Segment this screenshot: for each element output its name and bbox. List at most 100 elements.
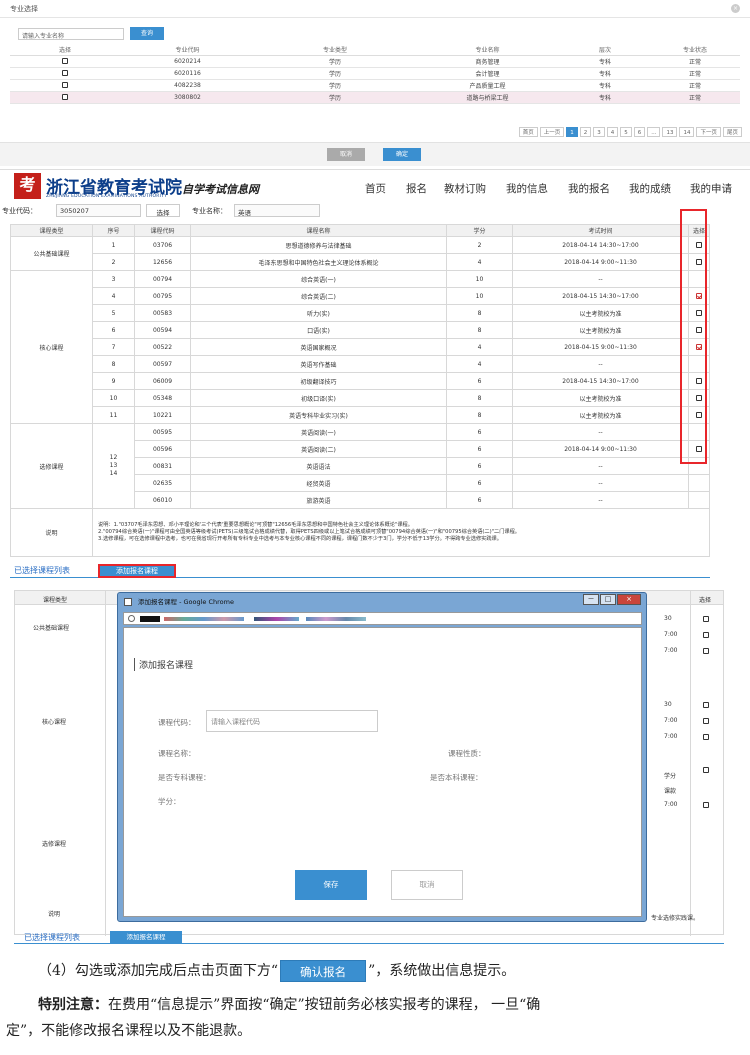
address-bar[interactable] [123,612,642,625]
group-core: 核心课程 [10,270,93,424]
cell-seq: 3 [92,270,135,288]
major-table: 选择 专业代码 专业类型 专业名称 层次 专业状态 6020214 学历 商务管理专… [10,44,740,104]
table-row: 8 00597 英语写作基础 4 -- [11,355,710,373]
cell-course-name: 思想道德修养与法律基础 [190,236,447,254]
nav-my-info[interactable]: 我的信息 [506,181,548,196]
table-row: 核心课程 3 00794 综合英语(一) 10 -- [10,270,710,424]
bg-checkbox [703,648,709,654]
cell-status: 正常 [650,67,740,80]
nav-textbook[interactable]: 教材订购 [444,181,486,196]
note-label: 说明 [10,508,93,557]
ok-button[interactable]: 确定 [383,148,421,161]
nav-register[interactable]: 报名 [406,181,427,196]
pager-item[interactable]: 1 [566,127,578,137]
cell-seq: 4 [92,287,135,305]
major-select-button[interactable]: 选择 [146,204,180,217]
cell-seq: 6 [92,321,135,339]
major-code-field[interactable]: 3050207 [56,204,141,217]
panel-button-bar: 取消 确定 [0,142,750,166]
chrome-popup-window: 添加报名课程 - Google Chrome － □ × 添加报名课程 课程代码… [117,592,647,922]
pager-item[interactable]: 6 [633,127,646,137]
col-code: 专业代码 [120,44,255,56]
is-benke-label: 是否本科课程： [430,773,483,782]
nav-my-applications[interactable]: 我的申请 [690,181,732,196]
notice-line-2: 定”，不能修改报名课程以及不能退款。 [6,1023,252,1039]
cell-course-name: 毛泽东思想和中国特色社会主义理论体系概论 [190,253,447,271]
pager-item[interactable]: 上一页 [539,127,565,137]
info-icon [128,615,135,622]
cell-seq: 5 [92,304,135,322]
table-row[interactable]: 6020116 学历 会计管理 专科 正常 [10,67,740,80]
col-seq: 序号 [92,224,135,237]
pager-item[interactable]: 14 [679,127,695,137]
pager-item[interactable]: 13 [662,127,678,137]
group-elective: 选修课程 [10,423,93,509]
close-icon[interactable]: × [617,594,641,605]
add-course-button[interactable]: 添加报名课程 [98,564,176,578]
cell-seq: 1 [92,236,135,254]
cell-course-code: 12656 [134,253,191,271]
pager-item[interactable]: 4 [606,127,619,137]
major-search-input[interactable]: 请输入专业名称 [18,28,124,40]
col-status: 专业状态 [650,44,740,56]
note-row: 说明 说明：1."03707毛泽东思想、邓小平理论和'三个代表'重要思想概论"可顶… [10,508,710,557]
note-text: 说明：1."03707毛泽东思想、邓小平理论和'三个代表'重要思想概论"可顶替"… [92,508,710,557]
logo-mark: 考 [14,173,41,199]
row-checkbox[interactable] [62,70,68,76]
nav-my-registration[interactable]: 我的报名 [568,181,610,196]
close-icon[interactable]: × [731,4,740,13]
nav-my-scores[interactable]: 我的成绩 [629,181,671,196]
row-checkbox[interactable] [62,82,68,88]
bg-note-tail: 专业选修实践课。 [651,915,700,922]
pager-item[interactable]: 5 [620,127,632,137]
cell-course-code: 00831 [134,457,191,475]
row-checkbox[interactable] [62,58,68,64]
table-row: 2 12656 毛泽东思想和中国特色社会主义理论体系概论 4 2018-04-14 9:… [11,253,710,271]
logo-subtitle-en: ZHEJIANG EDUCATION EXAMINATIONS AUTHORIT… [46,194,167,199]
add-course-button[interactable]: 添加报名课程 [110,931,182,943]
cell-credit: 8 [446,389,513,407]
pager-item[interactable]: 3 [593,127,605,137]
col-level: 层次 [560,44,650,56]
table-row[interactable]: 4082238 学历 产品质量工程 专科 正常 [10,79,740,92]
cell-exam-time: -- [512,355,689,373]
bg-checkbox [703,702,709,708]
page-icon [124,598,132,606]
bg-fragment: 7:00 [664,801,678,808]
cancel-button[interactable]: 取消 [391,870,463,900]
cell-select [10,79,120,92]
cell-credit: 8 [446,304,513,322]
redacted-url [140,616,160,622]
cell-exam-time: -- [512,423,689,441]
table-row[interactable]: 3080802 学历 道路与桥梁工程 专科 正常 [10,91,740,104]
minimize-icon[interactable]: － [583,594,599,605]
course-code-input[interactable]: 请输入课程代码 [206,710,378,732]
bg-fragment: 30 [664,701,672,708]
search-button[interactable]: 查询 [130,27,164,40]
cell-course-code: 00583 [134,304,191,322]
bg-fragment: 7:00 [664,647,678,654]
pager-item[interactable]: 首页 [518,127,538,137]
maximize-icon[interactable]: □ [600,594,616,605]
save-button[interactable]: 保存 [295,870,367,900]
credit-label: 学分： [158,797,181,806]
instruction-text: （4）勾选或添加完成后点击页面下方“ 确认报名 ”，系统做出信息提示。 特别注意：在… [0,958,750,1055]
pager-item[interactable]: 尾页 [722,127,742,137]
cell-code: 3080802 [120,91,255,104]
nav-home[interactable]: 首页 [365,181,386,196]
notice-label: 特别注意： [38,997,108,1013]
cell-select [10,91,120,104]
confirm-registration-button[interactable]: 确认报名 [280,960,367,982]
pager-item[interactable]: 2 [579,127,592,137]
cell-type: 学历 [255,67,415,80]
cell-code: 4082238 [120,79,255,92]
cell-exam-time: -- [512,270,689,288]
dialog-title: 添加报名课程 [134,658,193,671]
table-row[interactable]: 6020214 学历 商务管理 专科 正常 [10,55,740,68]
cancel-button[interactable]: 取消 [327,148,365,161]
pager-item[interactable]: ... [647,127,661,137]
bg-col-select: 选择 [699,597,712,604]
note-line: 说明：1."03707毛泽东思想、邓小平理论和'三个代表'重要思想概论"可顶替"… [98,521,413,528]
pager-item[interactable]: 下一页 [696,127,721,137]
row-checkbox[interactable] [62,94,68,100]
